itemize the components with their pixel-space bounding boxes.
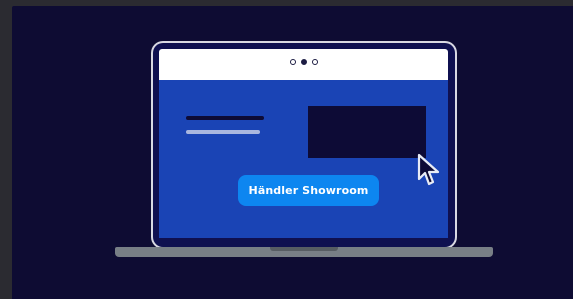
text-line-placeholder xyxy=(186,130,260,134)
haendler-showroom-button[interactable]: Händler Showroom xyxy=(238,175,379,206)
cursor-arrow-icon xyxy=(417,153,440,186)
browser-dots xyxy=(289,59,318,65)
browser-dot xyxy=(289,59,296,65)
text-line-placeholder xyxy=(186,116,264,120)
laptop-base-notch xyxy=(270,247,338,251)
page-frame: Händler Showroom xyxy=(0,0,573,299)
browser-dot xyxy=(311,59,318,65)
browser-dot-active xyxy=(300,59,307,65)
illustration-panel: Händler Showroom xyxy=(12,6,573,299)
laptop-screen: Händler Showroom xyxy=(151,41,457,249)
image-placeholder xyxy=(308,106,426,158)
screen-content: Händler Showroom xyxy=(159,80,448,238)
browser-bar xyxy=(159,49,448,80)
laptop-illustration: Händler Showroom xyxy=(115,41,493,261)
